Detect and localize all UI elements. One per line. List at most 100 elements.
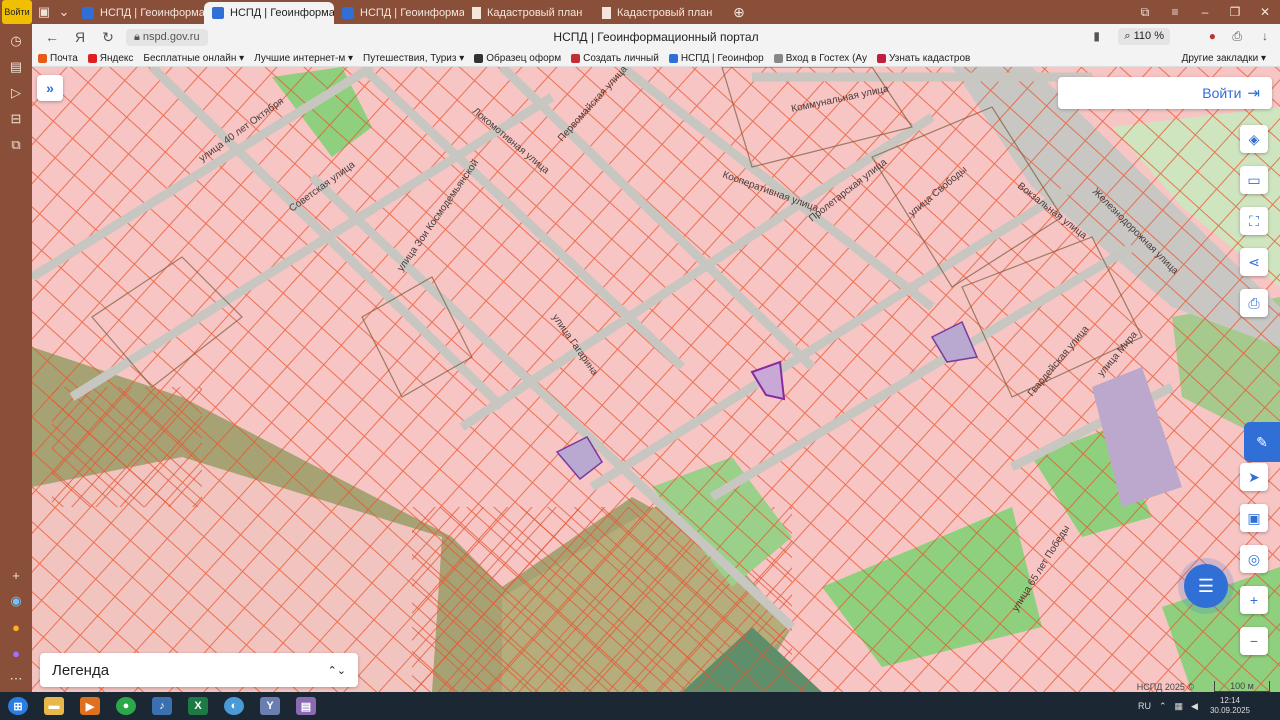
- download-icon[interactable]: ↓: [1262, 29, 1268, 43]
- nspd-favicon-icon: [82, 7, 94, 19]
- bookmark-item[interactable]: Образец оформ: [474, 53, 561, 64]
- browser-window: Войти ▣ ⌄ НСПД | Геоинформацио НСПД | Ге…: [0, 0, 1280, 692]
- url-field[interactable]: 🔒︎ nspd.gov.ru: [126, 28, 208, 46]
- feedback-icon[interactable]: ✎: [1244, 422, 1280, 462]
- copyright: НСПД 2025 ©: [1136, 682, 1194, 692]
- browser-alt-icon[interactable]: ◐: [216, 692, 252, 720]
- zoom-in-icon[interactable]: +: [1240, 586, 1268, 614]
- excel-icon[interactable]: X: [180, 692, 216, 720]
- volume-icon[interactable]: ◀: [1191, 701, 1198, 712]
- start-icon[interactable]: ⊞: [0, 692, 36, 720]
- search-icon: ⌕: [1124, 30, 1134, 42]
- audio-icon[interactable]: ♪: [144, 692, 180, 720]
- yandex-browser-icon[interactable]: Y: [252, 692, 288, 720]
- minimize-icon[interactable]: –: [1190, 5, 1220, 20]
- network-icon[interactable]: ▦: [1175, 701, 1184, 712]
- document-icon: [602, 7, 611, 19]
- map-canvas[interactable]: улица 40 лет Октября Советская улица Лок…: [32, 67, 1280, 692]
- share-icon[interactable]: ⋖: [1240, 248, 1268, 276]
- lock-icon: 🔒︎: [134, 30, 143, 43]
- history-icon[interactable]: ◷: [0, 28, 32, 54]
- bookmark-label: Образец оформ: [486, 52, 562, 64]
- close-window-icon[interactable]: ✕: [1250, 5, 1280, 20]
- address-bar: ← Я ↻ 🔒︎ nspd.gov.ru НСПД | Геоинформаци…: [32, 24, 1280, 50]
- browser-profile-icon[interactable]: Войти: [2, 0, 32, 24]
- nspd-favicon-icon: [212, 7, 224, 19]
- explorer-icon[interactable]: ▬: [36, 692, 72, 720]
- tab-nspd-2[interactable]: НСПД | Геоинформаци ✕: [204, 2, 334, 24]
- chrome-icon[interactable]: ●: [108, 692, 144, 720]
- ruler-icon[interactable]: ▭: [1240, 166, 1268, 194]
- alice-icon[interactable]: ◉: [0, 588, 32, 614]
- tab-nspd-3[interactable]: НСПД | Геоинформацио: [334, 2, 464, 24]
- collections-sidebar-icon[interactable]: ⧉: [0, 132, 32, 158]
- menu-icon[interactable]: ≡: [1160, 5, 1190, 20]
- new-tab-icon[interactable]: ⊕: [724, 4, 754, 21]
- share-icon[interactable]: ⎙: [1232, 29, 1242, 44]
- chat-icon[interactable]: ☰: [1184, 564, 1228, 608]
- tab-cadastral-2[interactable]: Кадастровый план: [594, 2, 724, 24]
- zoom-out-icon[interactable]: −: [1240, 627, 1268, 655]
- zen-icon[interactable]: ⊟: [0, 106, 32, 132]
- tab-cadastral-1[interactable]: Кадастровый план: [464, 2, 594, 24]
- tabs-menu-icon[interactable]: ▣: [34, 0, 54, 24]
- gostech-icon: [773, 53, 783, 63]
- login-icon: ⇥: [1247, 85, 1260, 102]
- minimap-icon[interactable]: ▣: [1240, 504, 1268, 532]
- video-icon[interactable]: ▷: [0, 80, 32, 106]
- zoom-label: 110 %: [1133, 30, 1164, 42]
- bookmark-label: Путешествия, Туриз ▾: [363, 52, 465, 64]
- bookmark-item[interactable]: НСПД | Геоинфор: [668, 53, 764, 64]
- bookmark-folder[interactable]: Лучшие интернет-м ▾: [254, 53, 353, 64]
- more-icon[interactable]: ⋯: [0, 666, 32, 692]
- zoom-indicator[interactable]: ⌕ 110 %: [1118, 28, 1170, 45]
- mail-icon: [38, 53, 47, 63]
- chevron-up-icon[interactable]: ⌃: [1159, 701, 1167, 712]
- bookmarks-bar: Почта Яндекс Бесплатные онлайн ▾ Лучшие …: [32, 50, 1280, 67]
- expand-panel-icon[interactable]: »: [37, 75, 63, 101]
- tab-label: Кадастровый план: [617, 7, 713, 19]
- yandex-icon: [87, 53, 97, 63]
- collections-icon[interactable]: ⧉: [1130, 5, 1160, 20]
- bookmark-icon[interactable]: ▮: [1093, 29, 1100, 43]
- bookmark-label: Другие закладки ▾: [1181, 52, 1266, 64]
- reload-icon[interactable]: ↻: [94, 29, 122, 46]
- bookmark-item[interactable]: Вход в Гостех (Ау: [773, 52, 867, 64]
- select-area-icon[interactable]: ⛶: [1240, 207, 1268, 235]
- legend-panel[interactable]: Легенда ⌃⌄: [40, 653, 358, 687]
- add-panel-icon[interactable]: +: [0, 562, 32, 588]
- bookmark-folder[interactable]: Бесплатные онлайн ▾: [143, 53, 244, 64]
- other-bookmarks[interactable]: Другие закладки ▾: [1182, 53, 1266, 64]
- bookmark-folder[interactable]: Путешествия, Туриз ▾: [363, 53, 464, 64]
- cadastral-map[interactable]: улица 40 лет Октября Советская улица Лок…: [32, 67, 1280, 692]
- expand-icon: ⌃⌄: [327, 664, 346, 677]
- bookmark-item[interactable]: Почта: [38, 53, 78, 64]
- bookmark-label: Вход в Гостех (Ау: [785, 52, 867, 64]
- print-icon[interactable]: ⎙: [1240, 289, 1268, 317]
- media-player-icon[interactable]: ▶: [72, 692, 108, 720]
- tab-label: НСПД | Геоинформацио: [360, 7, 464, 19]
- bookmark-item[interactable]: Яндекс: [87, 53, 133, 64]
- bookmark-item[interactable]: Создать личный: [571, 53, 659, 64]
- layers-icon[interactable]: ◈: [1240, 125, 1268, 153]
- geolocation-icon[interactable]: ◎: [1240, 545, 1268, 573]
- tabs-dropdown-icon[interactable]: ⌄: [54, 0, 74, 24]
- navigate-icon[interactable]: ➤: [1240, 463, 1268, 491]
- notes-icon[interactable]: ▤: [0, 54, 32, 80]
- date: 30.09.2025: [1209, 706, 1250, 715]
- clock[interactable]: 12:14 30.09.2025: [1210, 696, 1250, 716]
- restore-icon[interactable]: ❐: [1220, 5, 1250, 20]
- tab-nspd-1[interactable]: НСПД | Геоинформацио: [74, 2, 204, 24]
- nspd-icon: [668, 53, 678, 63]
- bookmark-item[interactable]: Узнать кадастров: [876, 53, 970, 64]
- url-text: nspd.gov.ru: [142, 30, 200, 43]
- taskbar: ⊞ ▬ ▶ ● ♪ X ◐ Y ▤ RU ⌃ ▦ ◀ 12:14 30.09.2…: [0, 692, 1280, 720]
- market-icon[interactable]: ●: [0, 614, 32, 640]
- back-icon[interactable]: ←: [38, 29, 66, 45]
- extension-icon[interactable]: ●: [1209, 29, 1216, 43]
- assistant-icon[interactable]: ●: [0, 640, 32, 666]
- app-icon[interactable]: ▤: [288, 692, 324, 720]
- yandex-home-icon[interactable]: Я: [66, 29, 94, 45]
- language-indicator[interactable]: RU: [1138, 701, 1151, 711]
- login-button[interactable]: Войти ⇥: [1058, 77, 1272, 109]
